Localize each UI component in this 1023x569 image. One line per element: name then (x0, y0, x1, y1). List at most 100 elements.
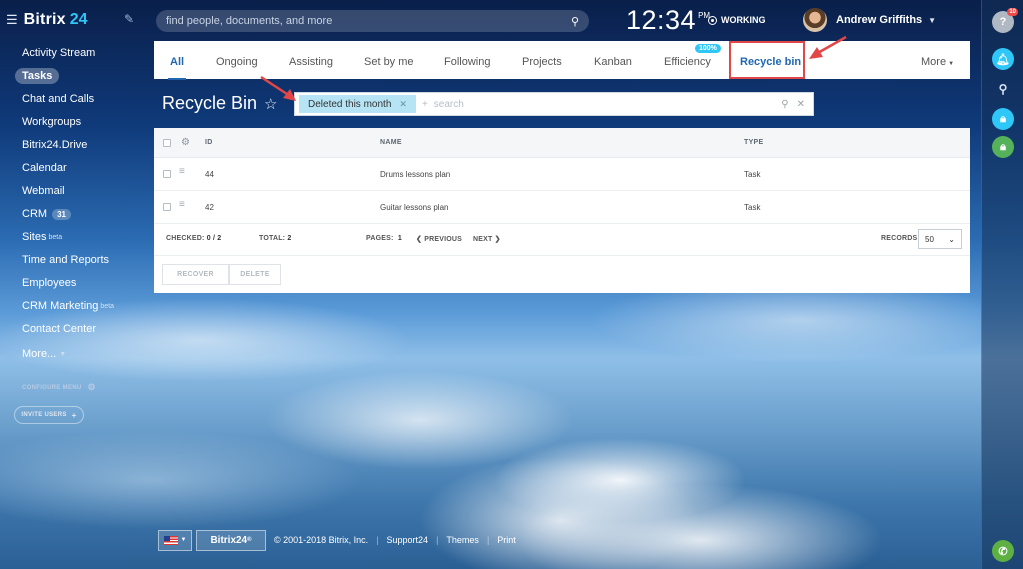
invite-users-button[interactable]: INVITE USERS + (14, 406, 84, 424)
tab-efficiency[interactable]: Efficiency 100% (664, 44, 721, 68)
print-link[interactable]: Print (497, 535, 516, 545)
star-icon[interactable]: ☆ (264, 95, 277, 113)
language-selector[interactable]: ▼ (158, 529, 192, 551)
themes-link[interactable]: Themes (446, 535, 479, 545)
records-per-page-select[interactable]: 50 ⌄ (918, 229, 962, 249)
clock[interactable]: 12:34 PM (626, 5, 710, 36)
filter-bar[interactable]: Deleted this month ✕ + ⚲ ✕ (294, 92, 814, 116)
select-all-checkbox[interactable] (163, 139, 171, 147)
sidebar-item-time-and-reports[interactable]: Time and Reports (22, 254, 109, 266)
row-menu-icon[interactable]: ≡ (179, 167, 189, 177)
sidebar-item-activity-stream[interactable]: Activity Stream (22, 47, 95, 59)
crm-count-badge: 31 (52, 208, 71, 220)
sidebar-item-more[interactable]: More... ▼ (22, 348, 66, 360)
column-header-type[interactable]: TYPE (744, 139, 763, 146)
tab-following[interactable]: Following (444, 56, 490, 68)
sidebar-item-contact-center[interactable]: Contact Center (22, 323, 96, 335)
close-icon[interactable]: ✕ (797, 99, 805, 110)
phone-icon[interactable]: ✆ (992, 540, 1014, 562)
grid-footer: CHECKED: 0 / 2 TOTAL: 2 PAGES: 1 ❮ PREVI… (154, 224, 970, 252)
filter-chip-label: Deleted this month (308, 98, 392, 110)
footer-separator: | (436, 535, 439, 545)
sidebar-item-label: CRM Marketing (22, 300, 99, 312)
tasks-tabs-bar: All Ongoing Assisting Set by me Followin… (154, 41, 970, 80)
us-flag-icon (163, 535, 178, 545)
chevron-left-icon: ❮ (416, 236, 423, 243)
tab-kanban[interactable]: Kanban (594, 56, 632, 68)
help-icon: ? (999, 16, 1007, 28)
total-label: TOTAL: (259, 235, 286, 242)
bell-icon[interactable]: 🔔︎ (992, 48, 1014, 70)
tab-assisting[interactable]: Assisting (289, 56, 333, 68)
next-page-button[interactable]: NEXT ❯ (473, 235, 501, 243)
sidebar-item-label: Chat and Calls (22, 93, 95, 105)
tab-more[interactable]: More ▼ (921, 56, 954, 68)
configure-menu[interactable]: CONFIGURE MENU ⚙ (22, 382, 96, 393)
tab-efficiency-label: Efficiency (664, 56, 711, 68)
grid-header: ⚙ ID NAME TYPE (154, 128, 970, 158)
sidebar-item-label: Calendar (22, 162, 67, 174)
column-header-name[interactable]: NAME (380, 139, 402, 146)
tab-ongoing[interactable]: Ongoing (216, 56, 258, 68)
cell-id: 42 (205, 203, 214, 212)
row-checkbox[interactable] (163, 170, 171, 178)
gear-icon[interactable]: ⚙ (181, 137, 190, 148)
invite-users-label: INVITE USERS (21, 412, 67, 418)
tab-more-label: More (921, 56, 947, 68)
filter-search-input[interactable] (433, 98, 782, 110)
logo[interactable]: ☰ Bitrix 24 (6, 11, 88, 29)
add-filter-icon[interactable]: + (422, 99, 428, 110)
chevron-right-icon: ❯ (494, 236, 501, 243)
support24-link[interactable]: Support24 (387, 535, 429, 545)
plus-icon: + (71, 410, 77, 420)
checked-count: CHECKED: 0 / 2 (166, 235, 221, 242)
bitrix24-brand-button[interactable]: Bitrix24 ® (196, 529, 266, 551)
avatar[interactable] (803, 8, 827, 32)
footer-separator: | (376, 535, 379, 545)
filter-chip[interactable]: Deleted this month ✕ (299, 95, 416, 113)
lock-icon[interactable]: 🔒︎ (992, 108, 1014, 130)
close-icon[interactable]: ✕ (399, 99, 407, 110)
user-menu[interactable]: Andrew Griffiths ▼ (803, 8, 936, 32)
tab-projects[interactable]: Projects (522, 56, 562, 68)
sidebar-item-tasks[interactable]: Tasks (15, 68, 60, 84)
page-footer: ▼ Bitrix24 ® © 2001-2018 Bitrix, Inc. | S… (158, 529, 516, 551)
records-value: 50 (925, 234, 934, 244)
previous-page-button[interactable]: ❮ PREVIOUS (416, 235, 462, 243)
search-icon[interactable]: ⚲ (781, 99, 788, 110)
working-status[interactable]: WORKING (708, 15, 766, 25)
search-icon[interactable]: ⚲ (992, 78, 1014, 100)
tab-all[interactable]: All (167, 56, 187, 80)
column-header-id[interactable]: ID (205, 139, 213, 146)
sidebar-item-label: Activity Stream (22, 47, 96, 59)
sidebar-item-label: Time and Reports (22, 254, 110, 266)
sidebar-item-chat-and-calls[interactable]: Chat and Calls (22, 93, 94, 105)
sidebar-item-crm[interactable]: CRM 31 (22, 208, 71, 220)
row-checkbox[interactable] (163, 203, 171, 211)
table-row[interactable]: ≡ 44 Drums lessons plan Task (154, 158, 970, 191)
sidebar-item-workgroups[interactable]: Workgroups (22, 116, 81, 128)
sidebar-item-label: Webmail (22, 185, 65, 197)
global-search-input[interactable] (166, 15, 571, 27)
grid-actions: RECOVER DELETE (154, 255, 970, 293)
lock-open-icon[interactable]: 🔒︎ (992, 136, 1014, 158)
delete-button[interactable]: DELETE (229, 264, 281, 285)
sidebar-item-label: Sites (22, 231, 47, 243)
sidebar-item-employees[interactable]: Employees (22, 277, 76, 289)
row-menu-icon[interactable]: ≡ (179, 200, 189, 210)
search-icon[interactable]: ⚲ (571, 15, 579, 28)
sidebar-item-calendar[interactable]: Calendar (22, 162, 67, 174)
checked-label: CHECKED: (166, 235, 205, 242)
sidebar-item-webmail[interactable]: Webmail (22, 185, 65, 197)
sidebar-item-drive[interactable]: Bitrix24.Drive (22, 139, 87, 151)
help-button[interactable]: ? 10 (992, 8, 1018, 33)
sidebar-item-sites[interactable]: Sites beta (22, 231, 62, 243)
tab-set-by-me[interactable]: Set by me (364, 56, 414, 68)
beta-label: beta (48, 233, 63, 241)
table-row[interactable]: ≡ 42 Guitar lessons plan Task (154, 191, 970, 224)
sidebar-item-crm-marketing[interactable]: CRM Marketing beta (22, 300, 114, 312)
edit-pencil-icon[interactable]: ✎ (124, 12, 134, 26)
global-search[interactable]: ⚲ (156, 10, 589, 32)
menu-icon[interactable]: ☰ (6, 12, 18, 28)
recover-button[interactable]: RECOVER (162, 264, 229, 285)
